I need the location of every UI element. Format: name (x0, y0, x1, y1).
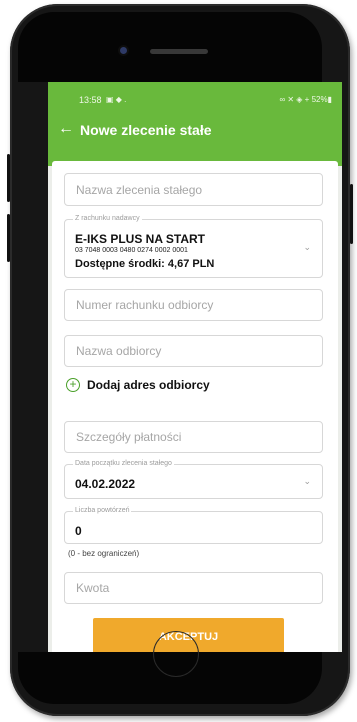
app-header: 13:58 ▣ ◆ . ∞ ✕ ◈ + 52%▮ ← Nowe zlecenie… (48, 82, 342, 166)
add-address-label: Dodaj adres odbiorcy (87, 378, 210, 392)
recipient-account-placeholder: Numer rachunku odbiorcy (76, 298, 214, 312)
payment-details-input[interactable]: Szczegóły płatności (64, 421, 323, 453)
start-date-legend: Data początku zlecenia stałego (73, 459, 174, 469)
phone-top-bezel (18, 12, 322, 82)
account-number: 03 7048 0003 0480 0274 0002 0001 (75, 247, 188, 254)
form-card: Nazwa zlecenia stałego Z rachunku nadawc… (52, 161, 338, 652)
account-name: E-IKS PLUS NA START (75, 232, 206, 246)
phone-side-button (350, 184, 353, 244)
amount-placeholder: Kwota (76, 581, 110, 595)
phone-side-button (7, 154, 10, 202)
chevron-down-icon: ⌄ (303, 476, 311, 486)
back-arrow-icon[interactable]: ← (58, 120, 74, 138)
status-bar: 13:58 ▣ ◆ . ∞ ✕ ◈ + 52%▮ (48, 94, 342, 108)
plus-circle-icon: + (66, 378, 80, 392)
repetitions-value: 0 (75, 524, 82, 538)
from-account-legend: Z rachunku nadawcy (73, 214, 142, 224)
system-status-icons: ∞ ✕ ◈ + 52%▮ (279, 95, 332, 104)
order-name-placeholder: Nazwa zlecenia stałego (76, 183, 203, 197)
from-account-select[interactable]: Z rachunku nadawcy E-IKS PLUS NA START 0… (64, 214, 323, 278)
amount-input[interactable]: Kwota (64, 572, 323, 604)
status-time: 13:58 (79, 95, 102, 105)
page-title: Nowe zlecenie stałe (80, 122, 212, 138)
repetitions-input[interactable]: Liczba powtórzeń 0 (64, 506, 323, 544)
order-name-input[interactable]: Nazwa zlecenia stałego (64, 173, 323, 206)
recipient-name-placeholder: Nazwa odbiorcy (76, 344, 162, 358)
chevron-down-icon: ⌄ (303, 242, 311, 252)
earpiece-speaker (150, 49, 208, 54)
available-funds: Dostępne środki: 4,67 PLN (75, 258, 215, 270)
notification-icons: ▣ ◆ . (106, 95, 127, 104)
payment-details-placeholder: Szczegóły płatności (76, 430, 182, 444)
recipient-name-input[interactable]: Nazwa odbiorcy (64, 335, 323, 367)
home-button[interactable] (153, 631, 199, 677)
front-camera (120, 47, 127, 54)
app-screen: 13:58 ▣ ◆ . ∞ ✕ ◈ + 52%▮ ← Nowe zlecenie… (48, 82, 342, 652)
repetitions-hint: (0 - bez ograniczeń) (68, 549, 140, 558)
recipient-account-input[interactable]: Numer rachunku odbiorcy (64, 289, 323, 321)
start-date-select[interactable]: Data początku zlecenia stałego 04.02.202… (64, 459, 323, 499)
repetitions-legend: Liczba powtórzeń (73, 506, 132, 516)
phone-side-button (7, 214, 10, 262)
start-date-value: 04.02.2022 (75, 477, 136, 491)
